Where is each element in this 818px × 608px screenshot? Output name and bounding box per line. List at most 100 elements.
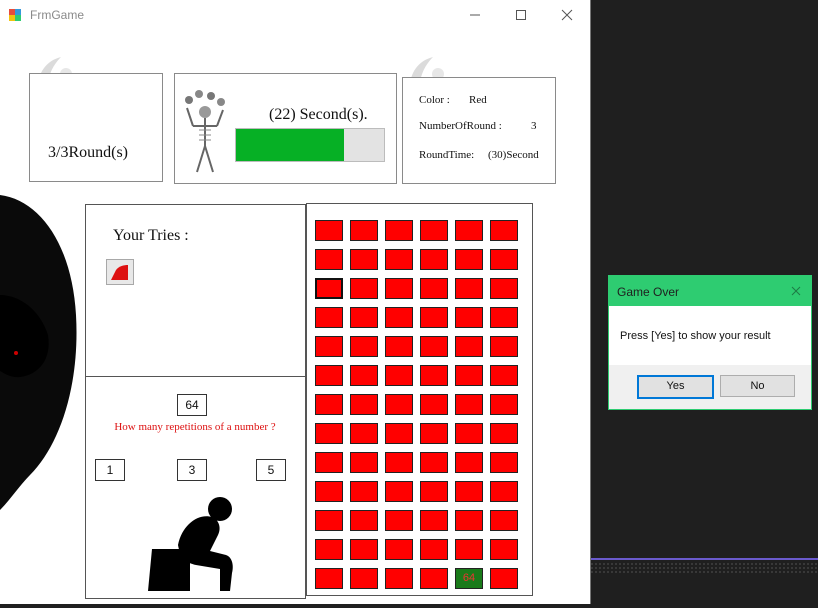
grid-cell[interactable] xyxy=(455,365,483,386)
grid-cell[interactable] xyxy=(385,278,413,299)
grid-cell[interactable] xyxy=(385,249,413,270)
grid-cell[interactable] xyxy=(490,278,518,299)
grid-cell[interactable] xyxy=(420,278,448,299)
grid-cell[interactable] xyxy=(420,481,448,502)
grid-cell-found[interactable]: 64 xyxy=(455,568,483,589)
answer-option[interactable]: 5 xyxy=(256,459,286,481)
grid-cell[interactable] xyxy=(455,307,483,328)
grid-cell[interactable] xyxy=(385,394,413,415)
grid-cell[interactable] xyxy=(385,336,413,357)
grid-cell[interactable] xyxy=(420,423,448,444)
grid-cell[interactable] xyxy=(350,510,378,531)
grid-cell[interactable] xyxy=(455,336,483,357)
grid-cell[interactable] xyxy=(490,307,518,328)
grid-cell[interactable] xyxy=(420,365,448,386)
answer-option[interactable]: 3 xyxy=(177,459,207,481)
grid-cell[interactable] xyxy=(420,568,448,589)
grid-cell[interactable] xyxy=(420,220,448,241)
close-button[interactable] xyxy=(544,0,590,30)
round-panel: 3/3Round(s) xyxy=(29,73,163,182)
grid-cell[interactable] xyxy=(420,394,448,415)
grid-cell[interactable] xyxy=(490,452,518,473)
no-button[interactable]: No xyxy=(720,375,795,397)
app-icon xyxy=(9,9,21,21)
grid-cell[interactable] xyxy=(490,394,518,415)
grid-cell[interactable] xyxy=(315,365,343,386)
grid-cell[interactable] xyxy=(385,568,413,589)
grid-cell[interactable] xyxy=(455,481,483,502)
color-info: Color : Red xyxy=(419,94,487,106)
grid-cell[interactable] xyxy=(315,336,343,357)
maximize-button[interactable] xyxy=(498,0,544,30)
grid-cell[interactable] xyxy=(350,336,378,357)
grid-cell[interactable] xyxy=(315,220,343,241)
grid-cell[interactable] xyxy=(385,307,413,328)
grid-cell[interactable] xyxy=(420,336,448,357)
background-accent-line xyxy=(590,558,818,560)
grid-cell[interactable] xyxy=(385,510,413,531)
answer-option[interactable]: 1 xyxy=(95,459,125,481)
grid-cell[interactable] xyxy=(455,510,483,531)
grid-cell[interactable] xyxy=(350,568,378,589)
grid-cell[interactable] xyxy=(385,423,413,444)
grid-cell[interactable] xyxy=(420,539,448,560)
grid-cell[interactable] xyxy=(455,394,483,415)
grid-cell[interactable] xyxy=(315,481,343,502)
grid-cell[interactable] xyxy=(315,394,343,415)
grid-cell[interactable] xyxy=(490,423,518,444)
grid-cell[interactable] xyxy=(350,423,378,444)
grid-cell[interactable] xyxy=(315,510,343,531)
dialog-title-bar: Game Over xyxy=(609,276,811,306)
grid-cell[interactable] xyxy=(490,336,518,357)
grid-cell[interactable] xyxy=(420,510,448,531)
grid-cell[interactable] xyxy=(350,220,378,241)
round-time-label: RoundTime: xyxy=(419,149,475,161)
grid-cell[interactable] xyxy=(315,307,343,328)
grid-cell[interactable] xyxy=(490,249,518,270)
grid-cell[interactable] xyxy=(455,220,483,241)
grid-cell[interactable] xyxy=(455,249,483,270)
grid-cell[interactable] xyxy=(490,510,518,531)
grid-cell[interactable] xyxy=(455,452,483,473)
grid-cell[interactable] xyxy=(385,365,413,386)
grid-cell[interactable] xyxy=(350,394,378,415)
grid-cell[interactable] xyxy=(350,307,378,328)
grid-cell[interactable] xyxy=(315,423,343,444)
close-icon xyxy=(561,9,573,21)
grid-cell[interactable] xyxy=(350,481,378,502)
grid-cell[interactable] xyxy=(455,278,483,299)
grid-cell[interactable] xyxy=(490,481,518,502)
yes-button[interactable]: Yes xyxy=(637,375,714,399)
grid-cell[interactable] xyxy=(350,452,378,473)
grid-cell[interactable] xyxy=(350,278,378,299)
grid-cell[interactable] xyxy=(420,307,448,328)
grid-cell[interactable] xyxy=(315,249,343,270)
grid-cell[interactable] xyxy=(350,539,378,560)
seconds-remaining: (22) Second(s). xyxy=(269,106,368,123)
round-time-value: (30)Second xyxy=(488,149,539,161)
red-wedge-icon xyxy=(111,265,128,280)
grid-cell[interactable] xyxy=(315,452,343,473)
grid-cell[interactable] xyxy=(490,365,518,386)
close-icon[interactable] xyxy=(789,284,803,298)
grid-cell[interactable] xyxy=(350,365,378,386)
grid-cell[interactable] xyxy=(455,423,483,444)
grid-cell[interactable] xyxy=(315,568,343,589)
grid-cell[interactable] xyxy=(385,539,413,560)
grid-cell[interactable] xyxy=(385,481,413,502)
grid-cell[interactable] xyxy=(315,539,343,560)
grid-cell[interactable] xyxy=(455,539,483,560)
grid-cell[interactable] xyxy=(490,539,518,560)
grid-cell[interactable] xyxy=(315,278,343,299)
grid-cell[interactable] xyxy=(490,568,518,589)
minimize-button[interactable] xyxy=(452,0,498,30)
grid-cell[interactable] xyxy=(350,249,378,270)
rounds-value: 3 xyxy=(531,120,537,132)
grid-cell[interactable] xyxy=(420,249,448,270)
grid-cell[interactable] xyxy=(490,220,518,241)
target-number: 64 xyxy=(177,394,207,416)
question-panel: 64 How many repetitions of a number ? 1 … xyxy=(85,376,306,599)
grid-cell[interactable] xyxy=(385,220,413,241)
grid-cell[interactable] xyxy=(385,452,413,473)
grid-cell[interactable] xyxy=(420,452,448,473)
